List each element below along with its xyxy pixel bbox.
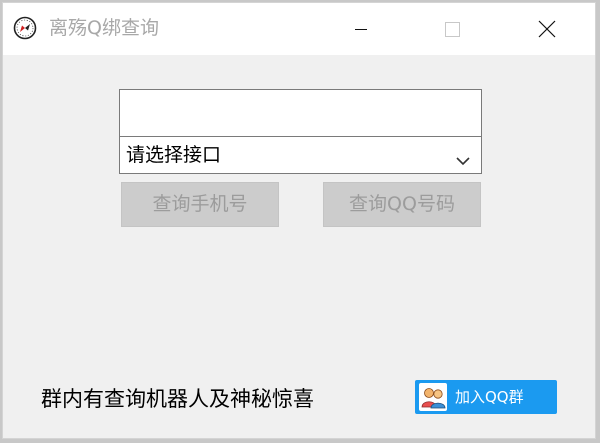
maximize-button[interactable] (423, 3, 479, 55)
select-value: 请选择接口 (126, 144, 222, 166)
app-window: 离殇Q绑查询 请选择接口 查询手机号 查询QQ号码 群内有查询机器人及神秘惊喜 … (2, 2, 596, 439)
group-people-icon (419, 383, 447, 411)
query-qq-button[interactable]: 查询QQ号码 (323, 182, 481, 227)
minimize-icon (355, 29, 367, 30)
compass-icon (13, 16, 37, 40)
join-qq-group-button[interactable]: 加入QQ群 (415, 380, 557, 414)
query-input[interactable] (119, 89, 482, 137)
window-title: 离殇Q绑查询 (49, 17, 159, 39)
title-bar[interactable]: 离殇Q绑查询 (3, 3, 595, 55)
join-qq-group-label: 加入QQ群 (455, 388, 524, 406)
query-phone-button[interactable]: 查询手机号 (121, 182, 279, 227)
close-button[interactable] (521, 3, 577, 55)
maximize-icon (445, 22, 460, 37)
interface-select[interactable]: 请选择接口 (119, 136, 482, 174)
chevron-down-icon (455, 151, 471, 166)
footer-promo-text: 群内有查询机器人及神秘惊喜 (41, 387, 314, 411)
minimize-button[interactable] (333, 3, 389, 55)
close-icon (538, 20, 556, 38)
